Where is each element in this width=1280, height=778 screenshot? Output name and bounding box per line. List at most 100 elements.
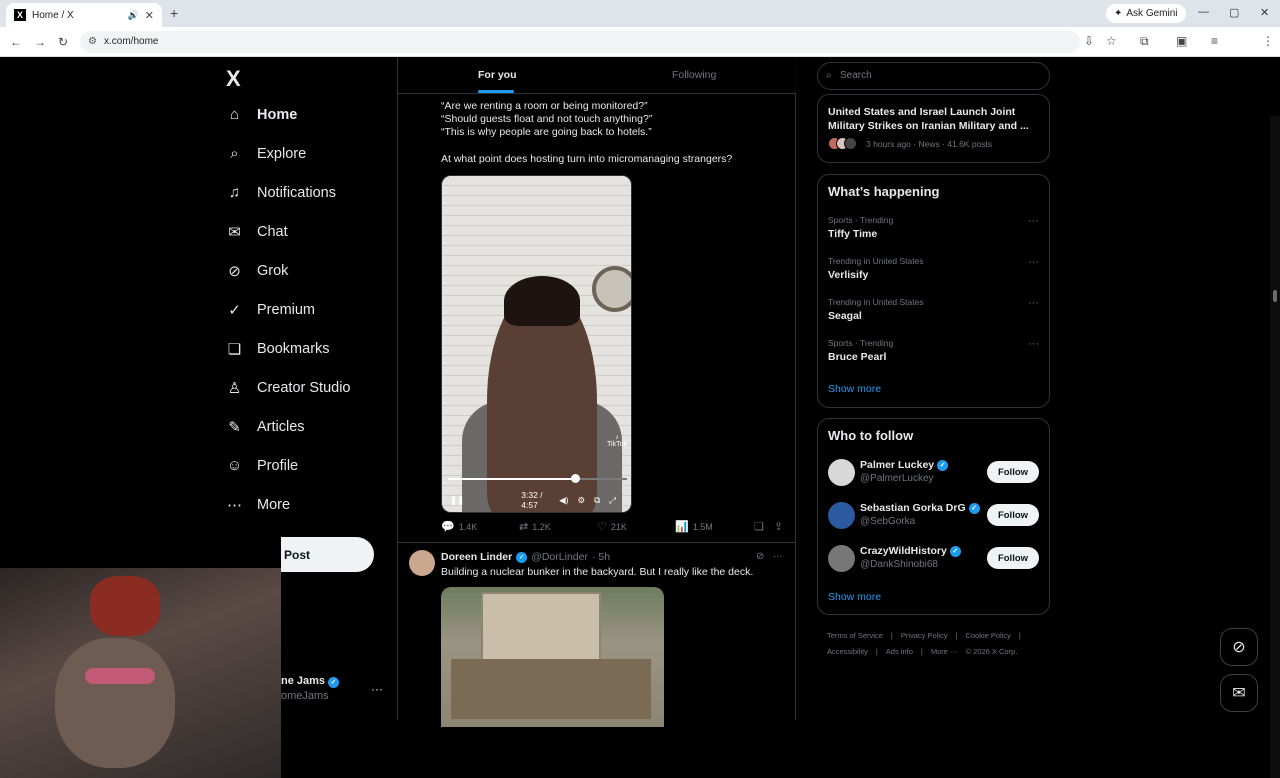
video-scrub-handle[interactable] [571, 474, 581, 483]
nav-grok[interactable]: ⊘ Grok [226, 262, 288, 280]
extensions-icon[interactable]: ⧉ [1140, 34, 1149, 49]
close-tab-icon[interactable]: ✕ [145, 9, 154, 22]
messages-fab-button[interactable]: ✉ [1220, 674, 1258, 712]
scrollbar-thumb[interactable] [1273, 290, 1277, 302]
x-logo-icon[interactable]: X [226, 66, 241, 92]
site-info-icon[interactable]: ⚙ [88, 31, 97, 53]
page-scrollbar[interactable] [1270, 116, 1280, 778]
account-switcher[interactable]: ne Jams ✓ omeJams [281, 675, 340, 702]
back-icon[interactable]: ← [10, 35, 22, 49]
repost-button[interactable]: ⇄ 1.2K [519, 520, 597, 533]
nav-profile[interactable]: ☺ Profile [226, 457, 298, 474]
speaker-icon[interactable]: 🔊 [128, 10, 139, 21]
nav-bookmarks[interactable]: ❏ Bookmarks [226, 340, 330, 358]
new-tab-button[interactable]: + [170, 5, 178, 21]
footer-link[interactable]: Ads info [886, 647, 913, 656]
bookmark-icon: ❏ [227, 341, 242, 358]
footer-links: Terms of Service | Privacy Policy | Cookie P… [827, 628, 1047, 660]
bookmark-post-icon[interactable]: ❏ [754, 520, 764, 533]
suggestion-name[interactable]: Sebastian Gorka DrG ✓ [860, 502, 980, 514]
nav-chat[interactable]: ✉ Chat [226, 223, 287, 241]
avatar[interactable] [828, 459, 855, 486]
like-button[interactable]: ♡ 21K [597, 520, 675, 533]
nav-explore[interactable]: ⌕ Explore [226, 145, 306, 162]
more-icon[interactable]: ··· [1028, 297, 1039, 309]
nav-creator-studio[interactable]: ♙ Creator Studio [226, 379, 351, 397]
menu-icon[interactable]: ⋮ [1262, 34, 1274, 48]
suggestion-name[interactable]: Palmer Luckey ✓ [860, 459, 949, 471]
close-window-button[interactable]: ✕ [1260, 6, 1269, 19]
pause-icon[interactable]: ❚❚ [450, 495, 464, 506]
video-person-hair [504, 276, 580, 326]
video-progress-bar[interactable] [448, 478, 627, 480]
nav-notifications[interactable]: ♫ Notifications [226, 184, 336, 201]
reload-icon[interactable]: ↻ [58, 35, 68, 49]
post-button[interactable]: Post [281, 537, 374, 572]
pip-icon[interactable]: ⧉ [594, 495, 600, 506]
news-meta: 3 hours ago · News · 41.6K posts [866, 139, 993, 149]
author-name[interactable]: Doreen Linder [441, 551, 512, 563]
avatar[interactable] [409, 550, 435, 576]
install-icon[interactable]: ⇩ [1084, 34, 1094, 48]
trend-name[interactable]: Seagal [828, 310, 862, 322]
avatar[interactable] [828, 545, 855, 572]
forward-icon[interactable]: → [34, 35, 46, 49]
settings-icon[interactable]: ⚙ [577, 495, 585, 506]
follow-button[interactable]: Follow [987, 461, 1039, 483]
show-more-link[interactable]: Show more [828, 383, 881, 395]
url-field[interactable]: ⚙ x.com/home [80, 31, 1080, 53]
image-deck [451, 659, 651, 719]
more-icon[interactable]: ··· [773, 551, 783, 562]
footer-link[interactable]: More ··· [931, 647, 958, 656]
follow-button[interactable]: Follow [987, 504, 1039, 526]
maximize-button[interactable]: ▢ [1229, 6, 1239, 19]
follow-button[interactable]: Follow [987, 547, 1039, 569]
trend-name[interactable]: Verlisify [828, 269, 868, 281]
account-more-icon[interactable]: ··· [371, 682, 383, 696]
more-icon[interactable]: ··· [1028, 338, 1039, 350]
views-button[interactable]: 📊 1.5M [675, 520, 753, 533]
minimize-button[interactable]: — [1198, 6, 1209, 18]
suggestion-name[interactable]: CrazyWildHistory ✓ [860, 545, 961, 557]
fullscreen-icon[interactable]: ⤢ [609, 495, 616, 506]
avatar[interactable] [828, 502, 855, 529]
author-handle[interactable]: @DorLinder [531, 551, 588, 563]
more-icon[interactable]: ··· [1028, 256, 1039, 268]
more-icon[interactable]: ··· [1028, 215, 1039, 227]
trend-name[interactable]: Bruce Pearl [828, 351, 886, 363]
tab-following[interactable]: Following [672, 69, 716, 81]
footer-link[interactable]: Terms of Service [827, 631, 883, 640]
footer-sep: | [875, 647, 878, 656]
reply-button[interactable]: 💬 1.4K [441, 520, 519, 533]
trend-category: Sports · Trending [828, 338, 894, 348]
verified-icon: ✓ [516, 551, 528, 563]
nav-articles[interactable]: ✎ Articles [226, 418, 304, 436]
nav-premium[interactable]: ✓ Premium [226, 301, 315, 319]
tab-for-you[interactable]: For you [478, 69, 556, 81]
webcam-glasses [85, 668, 155, 684]
footer-link[interactable]: Accessibility [827, 647, 868, 656]
trend-name[interactable]: Tiffy Time [828, 228, 877, 240]
search-input[interactable]: ⌕ Search [817, 62, 1050, 90]
nav-home[interactable]: ⌂ Home [226, 106, 297, 123]
grok-icon[interactable]: ⊘ [756, 551, 764, 562]
share-icon[interactable]: ⇪ [774, 520, 783, 533]
post-image[interactable] [441, 587, 664, 727]
ask-gemini-button[interactable]: ✦ Ask Gemini [1106, 4, 1186, 23]
media-icon[interactable]: ≡ [1211, 34, 1218, 48]
volume-icon[interactable]: ◀) [559, 495, 568, 506]
copyright: © 2026 X Corp. [965, 647, 1018, 656]
side-panel-icon[interactable]: ▣ [1176, 34, 1187, 48]
footer-link[interactable]: Cookie Policy [965, 631, 1010, 640]
verified-icon: ✓ [949, 545, 961, 557]
footer-link[interactable]: Privacy Policy [901, 631, 948, 640]
post-time[interactable]: · 5h [592, 551, 610, 563]
nav-more[interactable]: ⋯ More [226, 496, 290, 514]
video-player[interactable]: ♪ TikTok ❚❚ 3:32 / 4:57 ◀) ⚙ ⧉ ⤢ [441, 175, 632, 513]
grok-fab-button[interactable]: ⊘ [1220, 628, 1258, 666]
show-more-link[interactable]: Show more [828, 591, 881, 603]
bookmark-star-icon[interactable]: ☆ [1106, 34, 1117, 48]
browser-tab[interactable]: X Home / X 🔊 ✕ [6, 3, 162, 27]
news-card[interactable]: United States and Israel Launch Joint Mi… [817, 94, 1050, 163]
video-time: 3:32 / 4:57 [521, 490, 543, 510]
